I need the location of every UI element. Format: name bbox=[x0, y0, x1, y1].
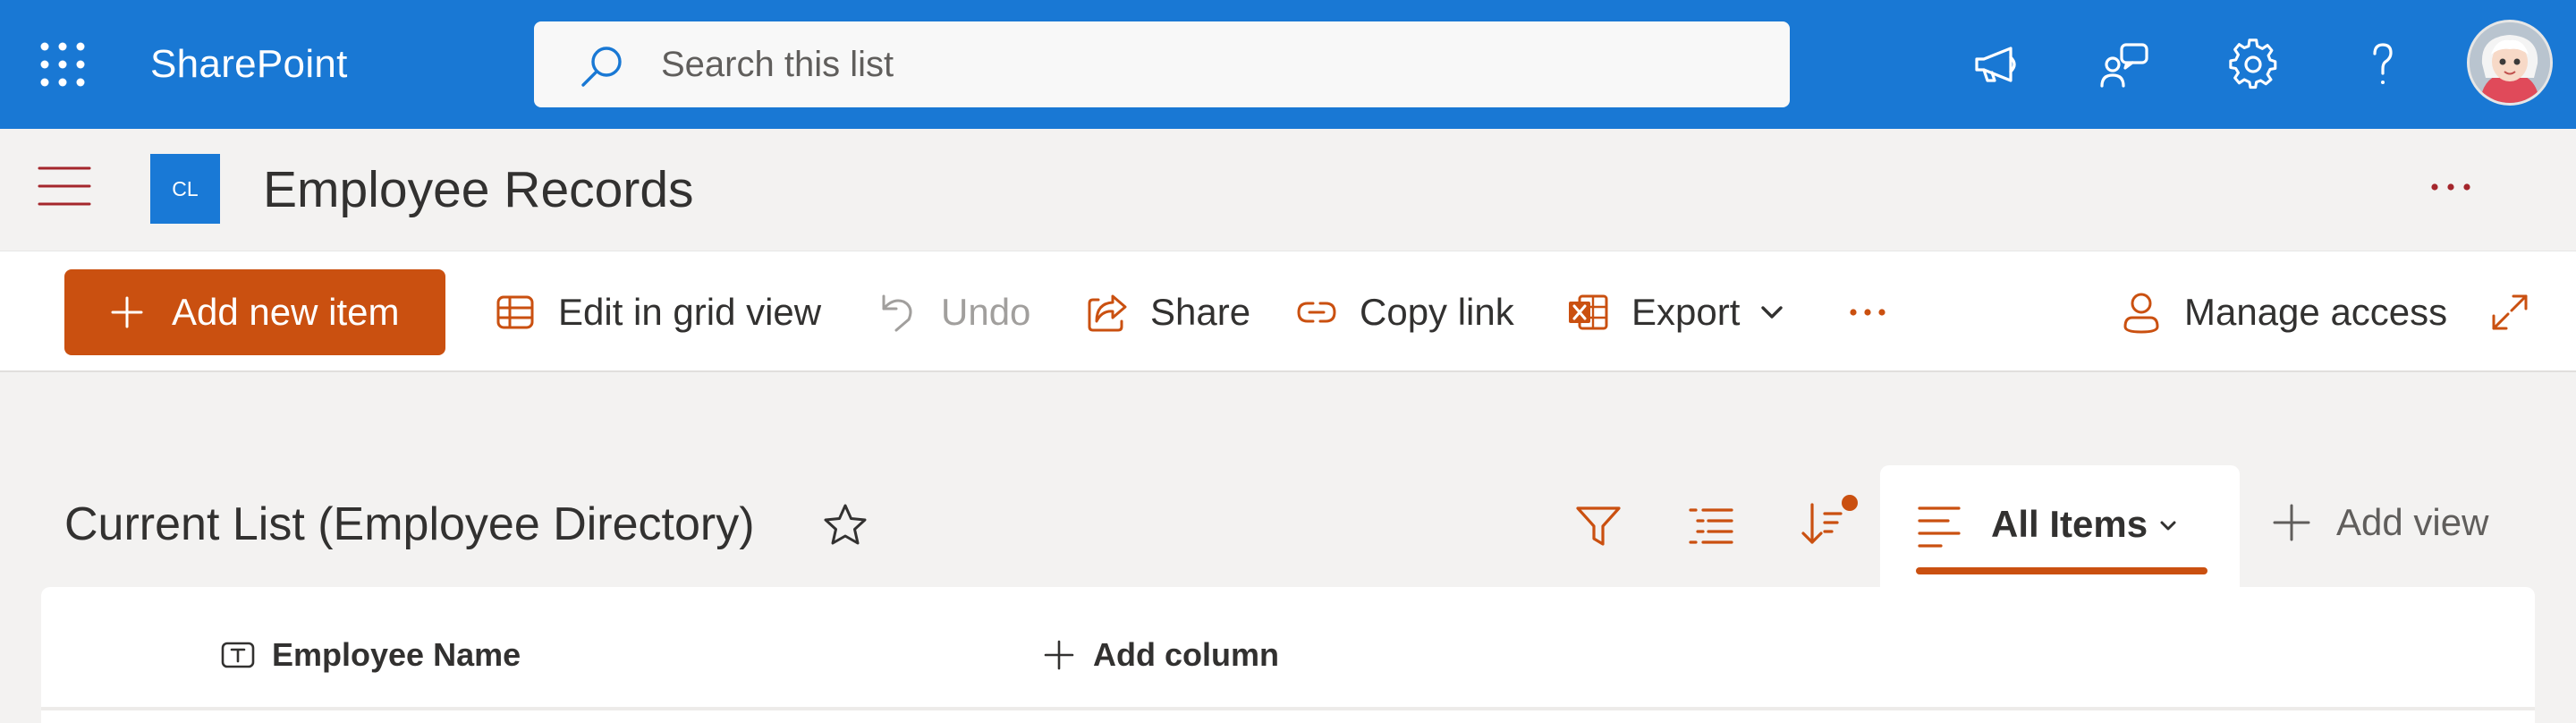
undo-button[interactable]: Undo bbox=[877, 269, 1030, 355]
plus-icon bbox=[1044, 640, 1074, 670]
more-icon bbox=[1850, 309, 1885, 316]
help-icon[interactable] bbox=[2356, 38, 2410, 91]
add-view-label: Add view bbox=[2336, 501, 2489, 543]
edit-in-grid-view-button[interactable]: Edit in grid view bbox=[494, 269, 821, 355]
column-header-employee-name[interactable]: Employee Name bbox=[220, 628, 521, 682]
active-view-underline bbox=[1916, 567, 2207, 574]
chevron-down-icon bbox=[2160, 521, 2176, 531]
more-options-icon[interactable] bbox=[2426, 174, 2476, 200]
export-button[interactable]: Export bbox=[1567, 269, 1784, 355]
site-logo[interactable]: CL bbox=[150, 154, 220, 224]
filter-icon[interactable] bbox=[1572, 499, 1624, 551]
undo-label: Undo bbox=[941, 291, 1031, 333]
header-divider bbox=[41, 707, 2535, 710]
manage-access-button[interactable]: Manage access bbox=[2120, 269, 2447, 355]
edit-in-grid-view-label: Edit in grid view bbox=[558, 291, 822, 333]
more-commands-button[interactable] bbox=[1848, 269, 1887, 355]
hamburger-menu-icon[interactable] bbox=[36, 161, 93, 211]
link-icon bbox=[1297, 302, 1336, 323]
feedback-icon[interactable] bbox=[2098, 38, 2152, 91]
excel-icon bbox=[1569, 294, 1608, 330]
expand-button[interactable] bbox=[2488, 269, 2531, 355]
sort-icon[interactable] bbox=[1798, 494, 1858, 546]
add-new-item-button[interactable]: Add new item bbox=[64, 269, 445, 355]
search-icon bbox=[579, 43, 625, 89]
manage-access-label: Manage access bbox=[2184, 291, 2448, 333]
favorite-star-icon[interactable] bbox=[821, 501, 869, 549]
view-selector-label: All Items bbox=[1991, 503, 2148, 545]
app-name[interactable]: SharePoint bbox=[150, 39, 348, 89]
add-column-label: Add column bbox=[1093, 636, 1279, 673]
person-icon bbox=[2123, 293, 2159, 334]
column-header-label: Employee Name bbox=[272, 636, 521, 673]
undo-icon bbox=[882, 294, 912, 332]
group-by-icon[interactable] bbox=[1685, 499, 1737, 551]
grid-icon bbox=[496, 295, 534, 329]
copy-link-label: Copy link bbox=[1360, 291, 1514, 333]
share-label: Share bbox=[1150, 291, 1251, 333]
avatar[interactable] bbox=[2467, 20, 2553, 106]
expand-icon bbox=[2492, 294, 2528, 330]
share-button[interactable]: Share bbox=[1086, 269, 1250, 355]
export-label: Export bbox=[1631, 291, 1741, 333]
copy-link-button[interactable]: Copy link bbox=[1295, 269, 1514, 355]
plus-icon bbox=[111, 296, 143, 328]
site-title[interactable]: Employee Records bbox=[263, 161, 694, 218]
list-view-icon bbox=[1918, 506, 1961, 548]
app-launcher-icon[interactable] bbox=[39, 41, 86, 88]
command-bar: Add new item Edit in grid view Undo Shar… bbox=[0, 251, 2576, 372]
share-icon bbox=[1088, 294, 1127, 332]
view-selector-all-items[interactable]: All Items bbox=[1880, 465, 2240, 587]
megaphone-icon[interactable] bbox=[1970, 38, 2023, 91]
text-column-icon bbox=[221, 642, 255, 668]
search-box[interactable] bbox=[534, 21, 1790, 107]
add-new-item-label: Add new item bbox=[172, 291, 400, 333]
list-grid: Employee Name Add column bbox=[41, 587, 2535, 723]
search-input[interactable] bbox=[661, 21, 1734, 107]
suite-bar: SharePoint bbox=[0, 0, 2576, 129]
chevron-down-icon bbox=[1761, 306, 1784, 319]
add-view-button[interactable]: Add view bbox=[2272, 492, 2488, 553]
add-column-button[interactable]: Add column bbox=[1041, 628, 1279, 682]
site-header: CL Employee Records bbox=[0, 129, 2576, 251]
plus-icon bbox=[2273, 504, 2310, 541]
list-title: Current List (Employee Directory) bbox=[64, 498, 755, 550]
gear-icon[interactable] bbox=[2227, 38, 2281, 91]
